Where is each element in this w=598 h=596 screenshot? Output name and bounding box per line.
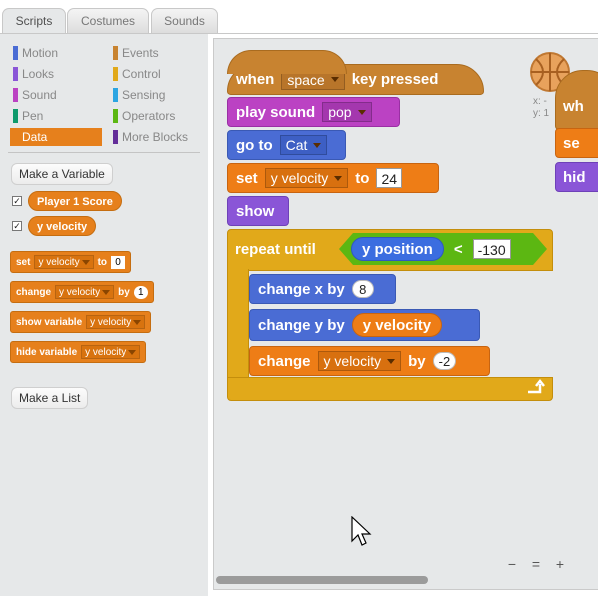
y-velocity-reporter[interactable]: y velocity <box>351 313 443 337</box>
palette-hide-variable-block[interactable]: hide variable y velocity <box>10 341 147 363</box>
palette-set-variable-block[interactable]: set y velocity to 0 <box>10 251 132 273</box>
tab-costumes[interactable]: Costumes <box>67 8 149 34</box>
hat-block-cap <box>227 50 347 74</box>
variable-dropdown[interactable]: y velocity <box>86 315 146 329</box>
play-sound-block[interactable]: play sound pop <box>227 97 400 127</box>
target-dropdown[interactable]: Cat <box>279 135 328 155</box>
go-to-block[interactable]: go to Cat <box>227 130 346 160</box>
category-pen[interactable]: Pen <box>10 107 102 125</box>
variable-dropdown[interactable]: y velocity <box>81 345 141 359</box>
sprite-x-coordinate: x: - <box>533 96 547 107</box>
variable-dropdown[interactable]: y velocity <box>264 168 349 188</box>
category-control[interactable]: Control <box>110 65 202 83</box>
dropdown-arrow-icon <box>81 259 90 265</box>
repeat-until-bottom <box>227 377 553 401</box>
category-data[interactable]: Data <box>10 128 102 146</box>
change-x-block[interactable]: change x by 8 <box>249 274 396 304</box>
dropdown-arrow-icon <box>387 358 396 364</box>
make-variable-button[interactable]: Make a Variable <box>11 163 113 185</box>
sound-dropdown[interactable]: pop <box>322 102 372 122</box>
dropdown-arrow-icon <box>128 349 137 355</box>
compare-value-input[interactable]: -130 <box>472 239 511 259</box>
dropdown-arrow-icon <box>102 289 111 295</box>
category-looks[interactable]: Looks <box>10 65 102 83</box>
dropdown-arrow-icon <box>334 175 343 181</box>
variable-dropdown[interactable]: y velocity <box>317 351 402 371</box>
variable-reporter-player-1-score[interactable]: Player 1 Score <box>28 191 122 211</box>
operator-symbol: < <box>453 240 463 258</box>
category-sound[interactable]: Sound <box>10 86 102 104</box>
category-events[interactable]: Events <box>110 44 202 62</box>
value-input[interactable]: 1 <box>133 285 148 299</box>
repeat-until-arm <box>227 269 249 379</box>
tab-scripts[interactable]: Scripts <box>2 8 66 35</box>
dropdown-arrow-icon <box>330 77 339 82</box>
category-sensing[interactable]: Sensing <box>110 86 202 104</box>
palette-change-variable-block[interactable]: change y velocity by 1 <box>10 281 154 303</box>
mouse-cursor-icon <box>351 516 372 546</box>
category-more-blocks[interactable]: More Blocks <box>110 128 202 146</box>
repeat-until-label: repeat until <box>235 241 316 258</box>
set-variable-block[interactable]: set y velocity to 24 <box>227 163 439 193</box>
set-value-input[interactable]: 24 <box>376 168 403 188</box>
variable-dropdown[interactable]: y velocity <box>34 255 94 269</box>
zoom-reset-icon[interactable]: = <box>526 554 546 574</box>
make-list-button[interactable]: Make a List <box>11 387 89 409</box>
less-than-operator[interactable]: y position < -130 <box>339 233 547 265</box>
dropdown-arrow-icon <box>133 319 142 325</box>
variable-checkbox-player-1-score[interactable]: ✓ <box>12 196 22 206</box>
zoom-controls: − = + <box>502 552 574 576</box>
tab-bar: Scripts Costumes Sounds <box>0 0 598 35</box>
change-x-input[interactable]: 8 <box>351 280 374 298</box>
category-operators[interactable]: Operators <box>110 107 202 125</box>
zoom-in-icon[interactable]: + <box>550 554 570 574</box>
change-variable-block[interactable]: change y velocity by -2 <box>249 346 490 376</box>
dropdown-arrow-icon <box>313 142 322 148</box>
loop-arrow-icon <box>528 379 545 394</box>
change-y-block[interactable]: change y by y velocity <box>249 309 480 341</box>
y-position-reporter[interactable]: y position <box>351 237 444 261</box>
other-script-set-label: se <box>563 135 580 152</box>
palette-show-variable-block[interactable]: show variable y velocity <box>10 311 152 333</box>
show-block[interactable]: show <box>227 196 289 226</box>
dropdown-arrow-icon <box>357 109 366 115</box>
zoom-out-icon[interactable]: − <box>502 554 522 574</box>
category-motion[interactable]: Motion <box>10 44 102 62</box>
variable-reporter-y-velocity[interactable]: y velocity <box>28 216 97 236</box>
change-by-input[interactable]: -2 <box>432 352 457 370</box>
sprite-y-coordinate: y: 1 <box>533 108 550 119</box>
category-divider <box>8 152 200 153</box>
block-palette: Motion Events Looks Control Sound Sensin… <box>0 34 208 596</box>
other-script-hide-label: hid <box>563 169 586 186</box>
variable-dropdown[interactable]: y velocity <box>55 285 115 299</box>
variable-checkbox-y-velocity[interactable]: ✓ <box>12 221 22 231</box>
value-input[interactable]: 0 <box>111 255 126 269</box>
tab-sounds[interactable]: Sounds <box>151 8 218 34</box>
other-script-when-label: wh <box>563 98 584 115</box>
horizontal-scrollbar[interactable] <box>216 576 428 584</box>
